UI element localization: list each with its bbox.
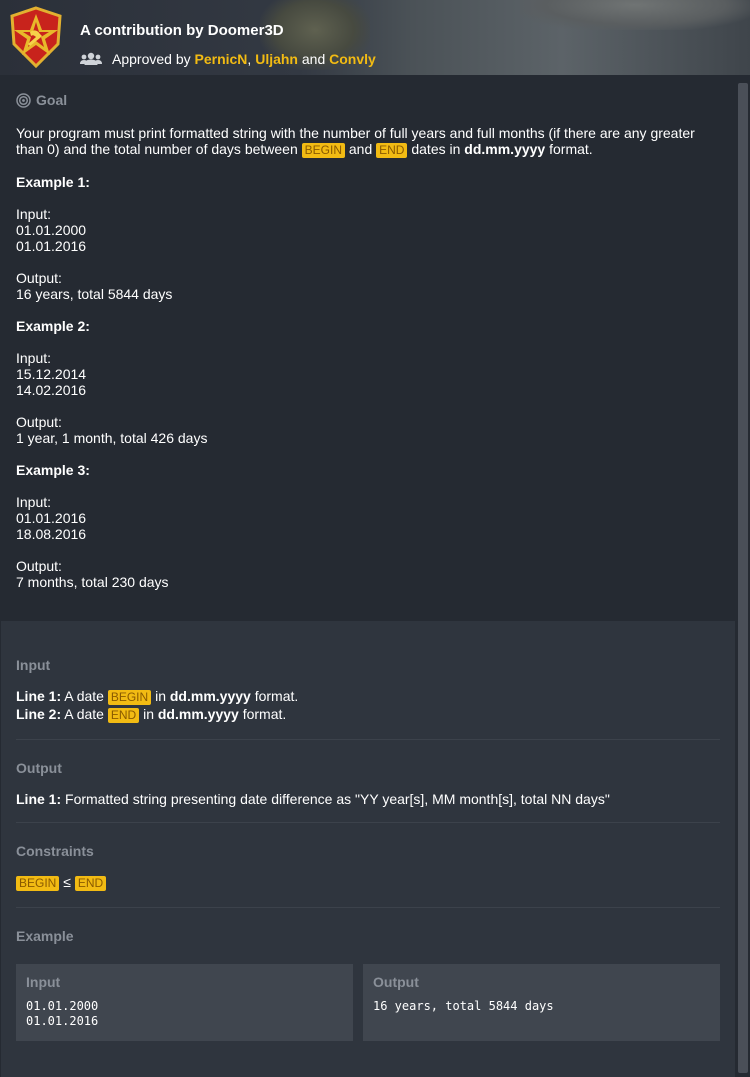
example-input-box: Input 01.01.2000 01.01.2016 — [16, 964, 353, 1041]
spec-panel: Input Line 1: A date BEGIN in dd.mm.yyyy… — [1, 621, 735, 1077]
input-line-2-suffix: format. — [242, 706, 287, 722]
contribution-title: A contribution by Doomer3D — [80, 22, 284, 39]
example-1-title-text: Example 1: — [16, 174, 90, 190]
example-3-output-label: Output: — [16, 558, 62, 574]
example-2-title-text: Example 2: — [16, 318, 90, 334]
keyword-begin: BEGIN — [301, 143, 345, 158]
example-output-content: 16 years, total 5844 days — [373, 999, 554, 1013]
approver-and: and — [301, 51, 326, 67]
example-3-input-line-2: 18.08.2016 — [16, 526, 87, 542]
input-line-1: Line 1: A date BEGIN in dd.mm.yyyy forma… — [16, 688, 298, 705]
input-line-1-a: A date — [64, 688, 104, 704]
goal-format-suffix: format. — [549, 141, 593, 157]
example-3-input-line-1: 01.01.2016 — [16, 510, 87, 526]
approved-line: Approved by PernicN, Uljahn and Convly — [80, 51, 376, 67]
output-line-1-label: Line 1: — [16, 791, 62, 807]
keyword-end: END — [376, 143, 408, 158]
example-output-box: Output 16 years, total 5844 days — [363, 964, 720, 1041]
example-1-input-line-2: 01.01.2016 — [16, 238, 87, 254]
approved-prefix: Approved by — [112, 51, 191, 67]
header-background-vehicle — [520, 0, 750, 30]
keyword-begin: BEGIN — [16, 876, 60, 891]
example-1-title: Example 1: — [16, 174, 716, 190]
input-line-1-label: Line 1: — [16, 688, 62, 704]
keyword-end: END — [74, 876, 107, 891]
example-3-title-text: Example 3: — [16, 462, 90, 478]
example-2-title: Example 2: — [16, 318, 716, 334]
contribution-header: A contribution by Doomer3D Approved by P… — [0, 0, 750, 75]
goal-format: dd.mm.yyyy — [464, 141, 546, 157]
section-divider — [16, 739, 720, 740]
example-2-output: 1 year, 1 month, total 426 days — [16, 430, 208, 446]
example-3-output: 7 months, total 230 days — [16, 574, 169, 590]
constraints-section-title: Constraints — [16, 843, 94, 859]
goal-dates-in: dates in — [411, 141, 461, 157]
emblem-logo[interactable] — [8, 6, 64, 68]
approver-link-2[interactable]: Uljahn — [255, 51, 298, 67]
input-line-2: Line 2: A date END in dd.mm.yyyy format. — [16, 706, 286, 723]
example-2-input-line-2: 14.02.2016 — [16, 382, 87, 398]
example-2-output-label: Output: — [16, 414, 62, 430]
target-icon — [16, 92, 31, 108]
output-line-1-text: Formatted string presenting date differe… — [65, 791, 610, 807]
goal-intro: Your program must print formatted string… — [16, 125, 716, 158]
scrollbar-thumb[interactable] — [738, 83, 748, 1073]
example-1-input-line-1: 01.01.2000 — [16, 222, 87, 238]
example-input-label: Input — [26, 974, 61, 990]
example-2-input-label: Input: — [16, 350, 52, 366]
input-line-1-format: dd.mm.yyyy — [169, 688, 251, 704]
input-line-2-a: A date — [64, 706, 104, 722]
example-1-output-label: Output: — [16, 270, 62, 286]
example-3-title: Example 3: — [16, 462, 716, 478]
keyword-begin: BEGIN — [107, 690, 152, 705]
example-3-input-label: Input: — [16, 494, 52, 510]
vertical-scrollbar[interactable] — [736, 75, 750, 1077]
approver-link-3[interactable]: Convly — [329, 51, 376, 67]
example-1-input-label: Input: — [16, 206, 52, 222]
section-divider — [16, 822, 720, 823]
input-line-1-in: in — [155, 688, 166, 704]
approver-comma: , — [247, 51, 252, 67]
example-2-input-line-1: 15.12.2014 — [16, 366, 87, 382]
input-line-2-in: in — [143, 706, 154, 722]
keyword-end: END — [107, 708, 140, 723]
input-line-1-suffix: format. — [254, 688, 299, 704]
constraint-operator: ≤ — [63, 874, 71, 890]
example-1-output: 16 years, total 5844 days — [16, 286, 173, 302]
approver-link-1[interactable]: PernicN — [195, 51, 248, 67]
output-line-1: Line 1: Formatted string presenting date… — [16, 791, 610, 807]
goal-heading: Goal — [16, 92, 67, 108]
input-line-2-label: Line 2: — [16, 706, 62, 722]
input-section-title: Input — [16, 657, 51, 673]
constraint-line: BEGIN ≤ END — [16, 874, 107, 891]
users-icon — [80, 52, 102, 65]
input-line-2-format: dd.mm.yyyy — [157, 706, 239, 722]
goal-panel: Goal Your program must print formatted s… — [1, 75, 735, 621]
goal-and: and — [348, 141, 373, 157]
example-section-title: Example — [16, 928, 74, 944]
output-section-title: Output — [16, 760, 62, 776]
example-output-label: Output — [373, 974, 419, 990]
example-input-content: 01.01.2000 01.01.2016 — [26, 999, 99, 1028]
section-divider — [16, 907, 720, 908]
goal-heading-label: Goal — [36, 92, 68, 108]
goal-statement: Your program must print formatted string… — [16, 125, 716, 590]
